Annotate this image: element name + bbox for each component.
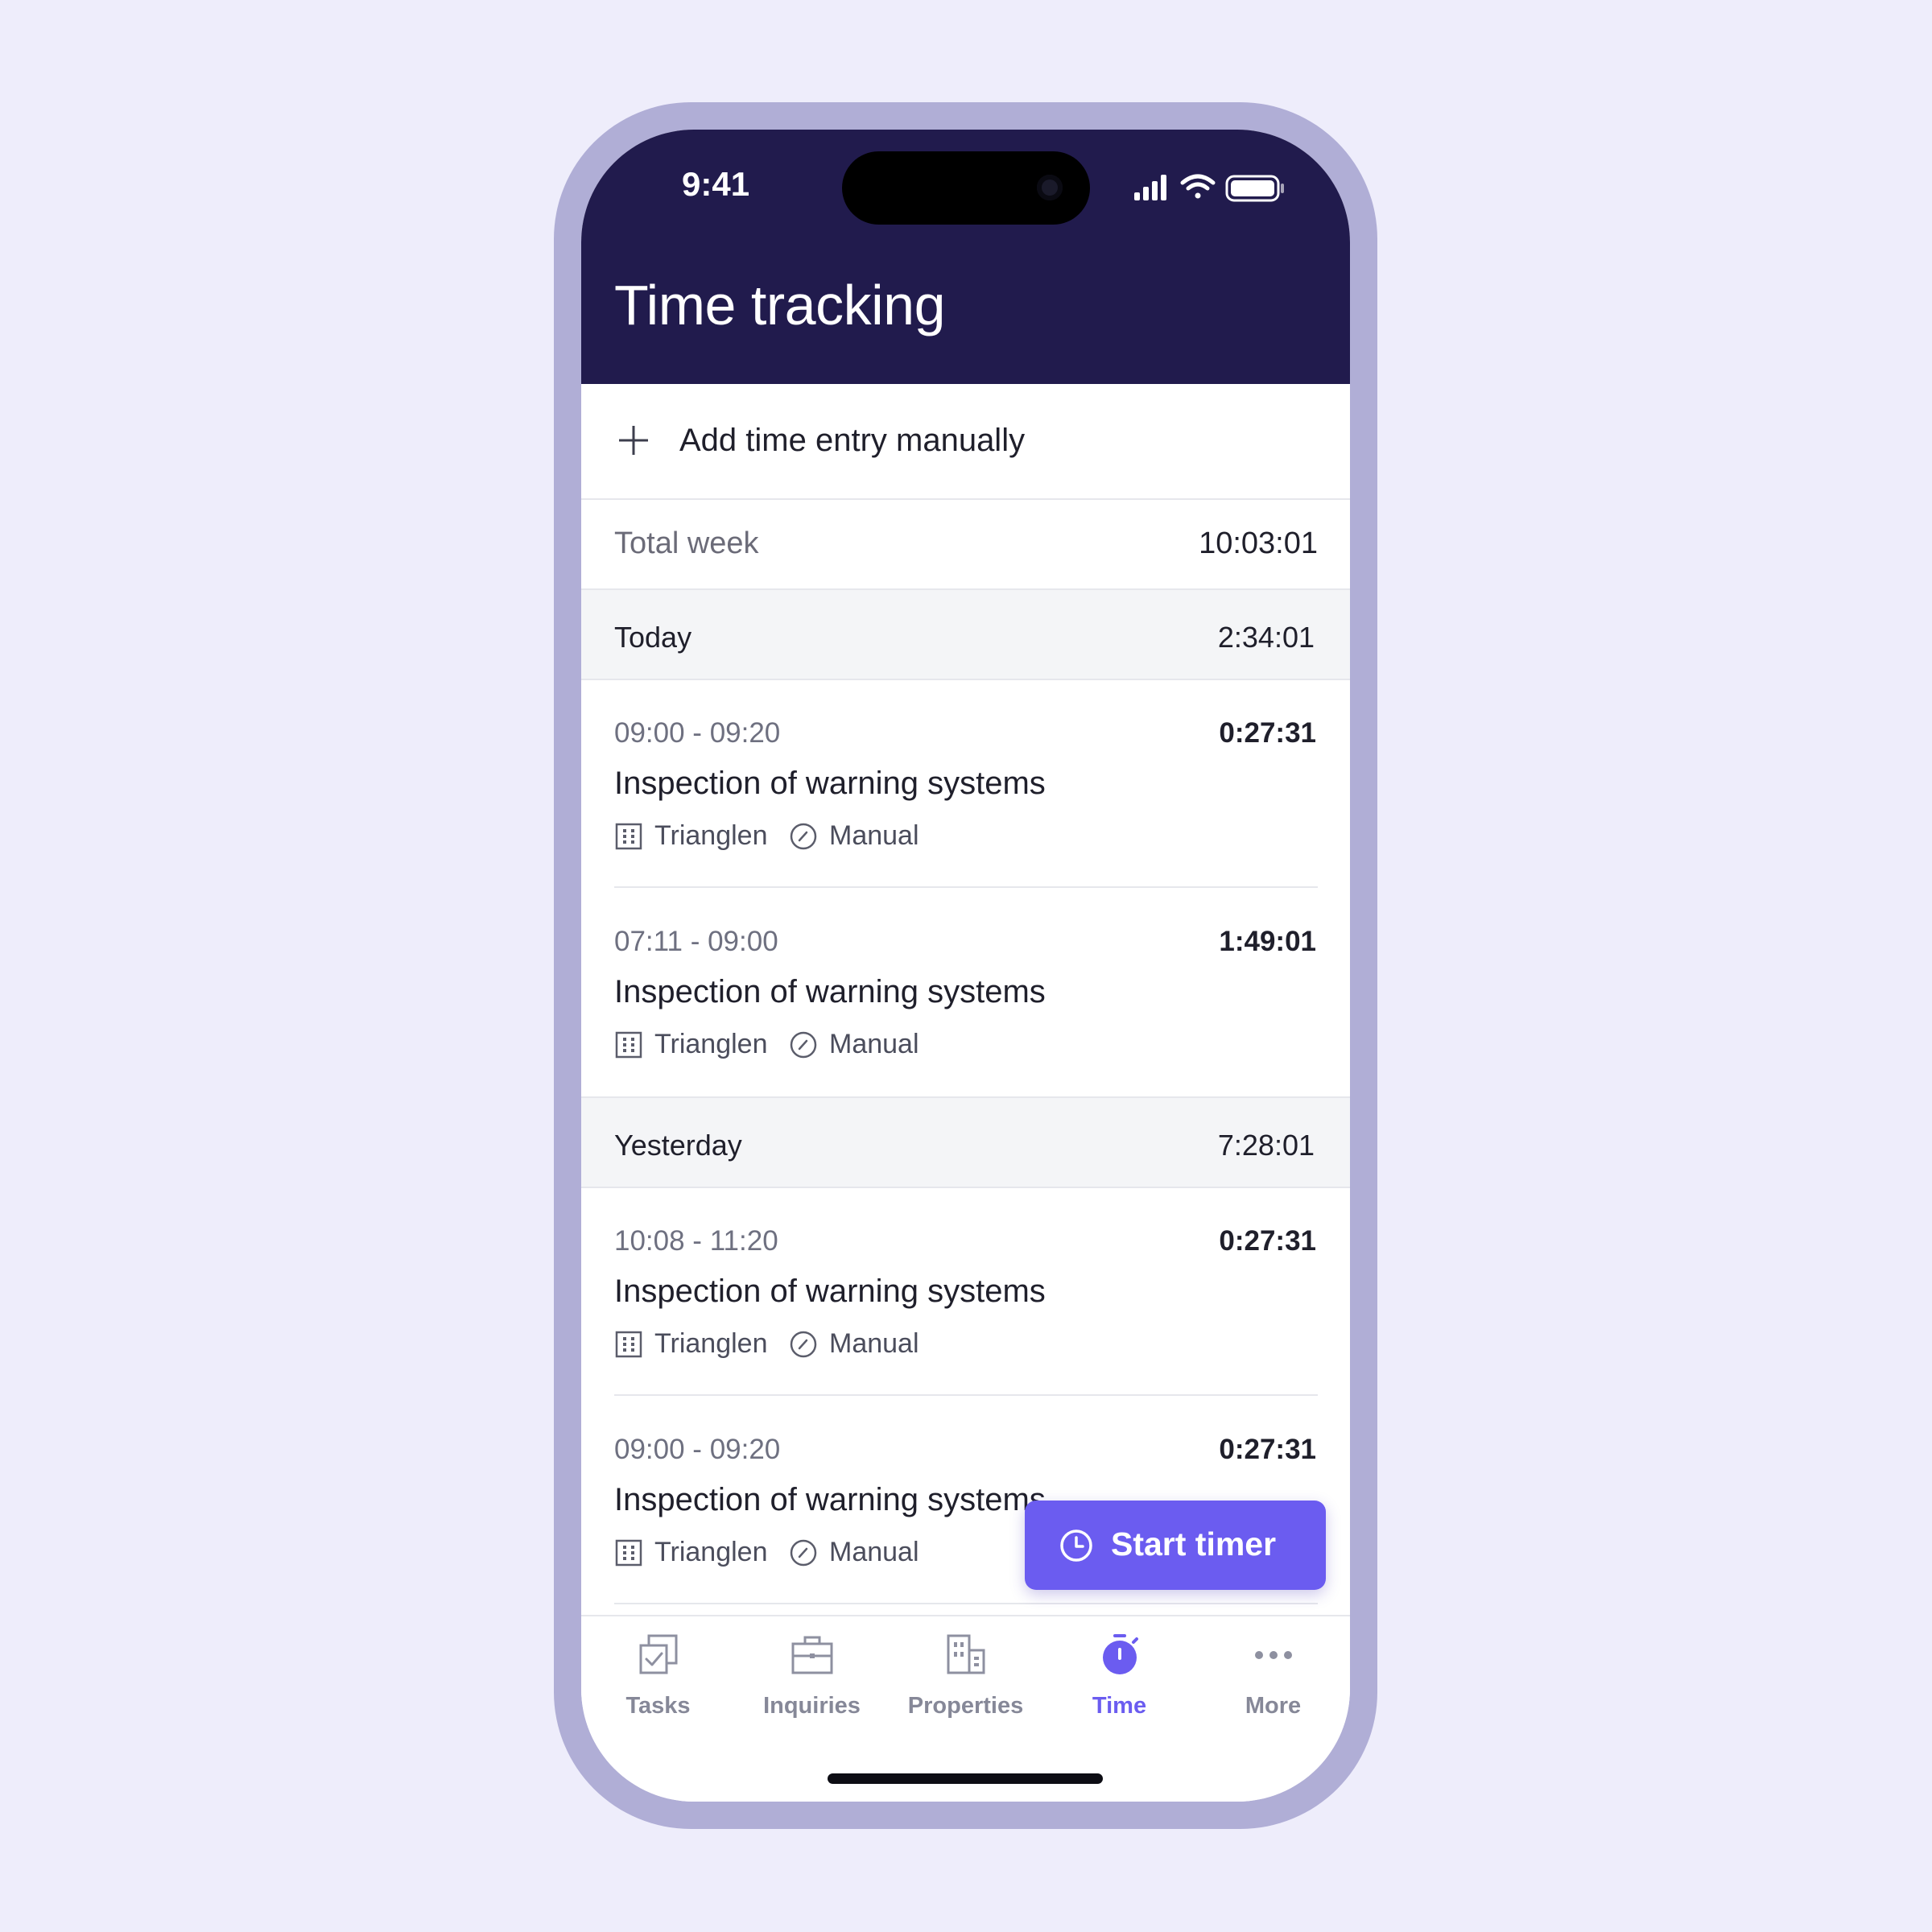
- entry-property: Trianglen: [654, 1328, 768, 1359]
- divider: [614, 1394, 1318, 1396]
- divider: [614, 886, 1318, 888]
- entry-duration: 1:49:01: [1219, 926, 1316, 957]
- entry-kind: Manual: [829, 1029, 919, 1059]
- entry-title: Inspection of warning systems: [614, 1274, 1046, 1309]
- total-week-value: 10:03:01: [1199, 526, 1318, 560]
- building-icon: [615, 1539, 642, 1567]
- tab-time[interactable]: Time: [1042, 1633, 1196, 1721]
- total-week-label: Total week: [614, 526, 759, 560]
- phone-screen: 9:41 Time tracking Add time entry manual…: [581, 130, 1350, 1802]
- battery-icon: [1225, 175, 1284, 202]
- wifi-icon: [1180, 174, 1216, 199]
- add-time-entry-button[interactable]: Add time entry manually: [581, 384, 1350, 500]
- entry-duration: 0:27:31: [1219, 1434, 1316, 1465]
- building-icon: [947, 1634, 985, 1674]
- entry-duration: 0:27:31: [1219, 717, 1316, 749]
- divider: [614, 1603, 1318, 1604]
- briefcase-icon: [791, 1636, 833, 1674]
- start-timer-button[interactable]: Start timer: [1025, 1501, 1326, 1590]
- day-label: Today: [614, 621, 692, 654]
- tasks-icon: [639, 1634, 678, 1674]
- entry-title: Inspection of warning systems: [614, 974, 1046, 1009]
- time-entry[interactable]: 09:00 - 09:20 0:27:31 Inspection of warn…: [581, 680, 1350, 888]
- tab-properties[interactable]: Properties: [889, 1633, 1042, 1721]
- status-time: 9:41: [682, 165, 750, 203]
- manual-clock-icon: [790, 1331, 817, 1358]
- tab-more[interactable]: More: [1196, 1633, 1350, 1721]
- camera-icon: [1037, 175, 1063, 200]
- plus-icon: [619, 426, 648, 455]
- app-header: 9:41 Time tracking: [581, 130, 1350, 384]
- dynamic-island: [842, 151, 1090, 225]
- more-icon: [1255, 1651, 1292, 1659]
- entry-kind: Manual: [829, 1537, 919, 1567]
- entry-property: Trianglen: [654, 1537, 768, 1567]
- day-header-yesterday: Yesterday 7:28:01: [581, 1096, 1350, 1188]
- entry-title: Inspection of warning systems: [614, 766, 1046, 801]
- day-label: Yesterday: [614, 1129, 742, 1162]
- status-icons: [1134, 174, 1284, 202]
- tab-label: More: [1245, 1693, 1302, 1719]
- tab-label: Properties: [907, 1693, 1024, 1719]
- manual-clock-icon: [790, 1539, 817, 1567]
- day-header-today: Today 2:34:01: [581, 590, 1350, 680]
- home-indicator: [828, 1773, 1103, 1784]
- manual-clock-icon: [790, 823, 817, 850]
- total-week-row: Total week 10:03:01: [581, 500, 1350, 590]
- entry-time-range: 10:08 - 11:20: [614, 1225, 778, 1257]
- tab-tasks[interactable]: Tasks: [581, 1633, 735, 1721]
- entry-time-range: 09:00 - 09:20: [614, 717, 781, 749]
- building-icon: [615, 1031, 642, 1059]
- tab-inquiries[interactable]: Inquiries: [735, 1633, 889, 1721]
- entry-time-range: 07:11 - 09:00: [614, 926, 778, 957]
- time-entry[interactable]: 10:08 - 11:20 0:27:31 Inspection of warn…: [581, 1188, 1350, 1396]
- entry-kind: Manual: [829, 820, 919, 851]
- tab-label: Inquiries: [763, 1693, 861, 1719]
- page-title: Time tracking: [614, 274, 946, 336]
- building-icon: [615, 1331, 642, 1358]
- day-total: 2:34:01: [1217, 621, 1315, 654]
- entry-title: Inspection of warning systems: [614, 1482, 1046, 1517]
- day-total: 7:28:01: [1217, 1129, 1315, 1162]
- entry-property: Trianglen: [654, 1029, 768, 1059]
- add-time-entry-label: Add time entry manually: [679, 423, 1026, 458]
- signal-icon: [1134, 175, 1166, 200]
- manual-clock-icon: [790, 1031, 817, 1059]
- stopwatch-icon: [1103, 1634, 1138, 1674]
- clock-icon: [1060, 1530, 1092, 1562]
- building-icon: [615, 823, 642, 850]
- tab-label: Tasks: [625, 1693, 691, 1719]
- time-entry[interactable]: 07:11 - 09:00 1:49:01 Inspection of warn…: [581, 889, 1350, 1096]
- entry-time-range: 09:00 - 09:20: [614, 1434, 781, 1465]
- tab-label: Time: [1092, 1693, 1147, 1719]
- entry-duration: 0:27:31: [1219, 1225, 1316, 1257]
- entry-property: Trianglen: [654, 820, 768, 851]
- start-timer-label: Start timer: [1111, 1525, 1277, 1563]
- entry-kind: Manual: [829, 1328, 919, 1359]
